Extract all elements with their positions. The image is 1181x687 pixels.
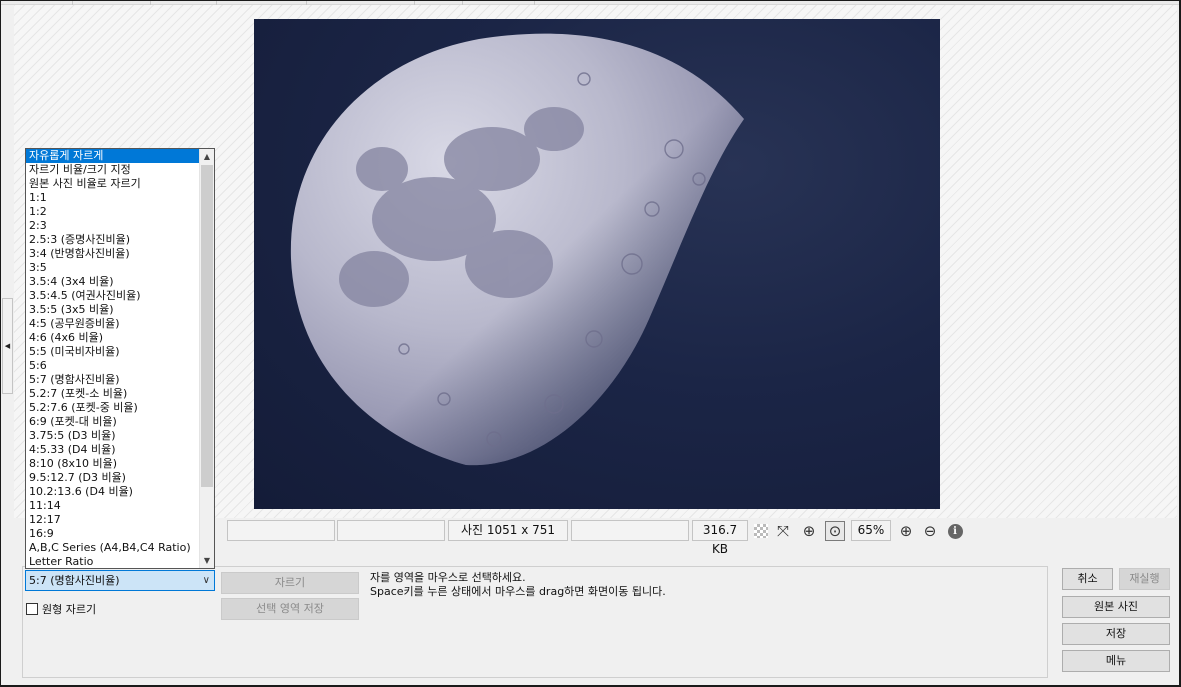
list-item[interactable]: 2.5:3 (증명사진비율)	[26, 233, 199, 247]
list-item[interactable]: 3.5:4 (3x4 비율)	[26, 275, 199, 289]
list-item[interactable]: 5.2:7 (포켓-소 비율)	[26, 387, 199, 401]
list-item[interactable]: A,B,C Series (A4,B4,C4 Ratio)	[26, 541, 199, 555]
save-selection-button[interactable]: 선택 영역 저장	[221, 598, 359, 620]
save-button[interactable]: 저장	[1062, 623, 1170, 645]
fit-to-window-icon[interactable]: ⤧	[773, 521, 793, 541]
fit-screen-icon[interactable]: ⊙	[825, 521, 845, 541]
circle-crop-checkbox[interactable]	[26, 603, 38, 615]
crop-ratio-select[interactable]: 5:7 (명함사진비율) ∨	[25, 570, 215, 591]
zoom-level: 65%	[851, 520, 891, 541]
list-item[interactable]: 3.5:5 (3x5 비율)	[26, 303, 199, 317]
crop-hint: 자를 영역을 마우스로 선택하세요. Space키를 누른 상태에서 마우스를 …	[370, 571, 666, 599]
list-item[interactable]: 4:5 (공무원증비율)	[26, 317, 199, 331]
chevron-down-icon: ∨	[202, 575, 210, 586]
actual-size-icon[interactable]: ⊕	[799, 521, 819, 541]
list-item[interactable]: 1:1	[26, 191, 199, 205]
menu-button[interactable]: 메뉴	[1062, 650, 1170, 672]
status-cell-1	[227, 520, 335, 541]
list-item[interactable]: 11:14	[26, 499, 199, 513]
info-icon: i	[947, 523, 963, 539]
moon-image	[290, 33, 744, 466]
list-item[interactable]: 3:5	[26, 261, 199, 275]
scrollbar-thumb[interactable]	[201, 165, 213, 487]
scroll-up-icon[interactable]: ▲	[200, 149, 214, 164]
collapse-panel-button[interactable]: ◀	[2, 298, 13, 394]
photo-preview[interactable]	[254, 19, 940, 509]
list-scrollbar[interactable]: ▲ ▼	[199, 149, 214, 568]
list-item[interactable]: 5:7 (명함사진비율)	[26, 373, 199, 387]
original-photo-button[interactable]: 원본 사진	[1062, 596, 1170, 618]
circle-crop-label: 원형 자르기	[42, 603, 97, 616]
scroll-down-icon[interactable]: ▼	[200, 553, 214, 568]
list-item[interactable]: 1:2	[26, 205, 199, 219]
list-item[interactable]: 3.5:4.5 (여권사진비율)	[26, 289, 199, 303]
list-item[interactable]: 3:4 (반명함사진비율)	[26, 247, 199, 261]
file-size: 316.7 KB	[692, 520, 748, 556]
status-cell-4	[571, 520, 689, 541]
list-item[interactable]: 4:5.33 (D4 비율)	[26, 443, 199, 457]
list-item[interactable]: 자르기 비율/크기 지정	[26, 163, 199, 177]
cancel-button[interactable]: 취소	[1062, 568, 1113, 590]
info-icon-button[interactable]: i	[945, 521, 965, 541]
zoom-in-icon[interactable]: ⊕	[896, 521, 916, 541]
zoom-out-icon[interactable]: ⊖	[920, 521, 940, 541]
circle-crop-option[interactable]: 원형 자르기	[26, 601, 96, 617]
list-item[interactable]: Letter Ratio	[26, 555, 199, 568]
crop-ratio-dropdown-list[interactable]: 자유롭게 자르게 자르기 비율/크기 지정 원본 사진 비율로 자르기 1:1 …	[25, 148, 215, 569]
list-item[interactable]: 5:5 (미국비자비율)	[26, 345, 199, 359]
list-item[interactable]: 6:9 (포켓-대 비율)	[26, 415, 199, 429]
list-item[interactable]: 16:9	[26, 527, 199, 541]
chevron-left-icon: ◀	[4, 342, 11, 350]
list-item[interactable]: 8:10 (8x10 비율)	[26, 457, 199, 471]
list-item[interactable]: 4:6 (4x6 비율)	[26, 331, 199, 345]
list-item[interactable]: 원본 사진 비율로 자르기	[26, 177, 199, 191]
hint-line-1: 자를 영역을 마우스로 선택하세요.	[370, 571, 526, 584]
photo-dimensions: 사진 1051 x 751	[448, 520, 568, 541]
crop-ratio-value: 5:7 (명함사진비율)	[29, 574, 120, 587]
list-item[interactable]: 12:17	[26, 513, 199, 527]
list-item[interactable]: 5.2:7.6 (포켓-중 비율)	[26, 401, 199, 415]
list-item[interactable]: 5:6	[26, 359, 199, 373]
list-item[interactable]: 10.2:13.6 (D4 비율)	[26, 485, 199, 499]
hint-line-2: Space키를 누른 상태에서 마우스를 drag하면 화면이동 됩니다.	[370, 585, 666, 598]
list-item[interactable]: 자유롭게 자르게	[26, 149, 199, 163]
list-item[interactable]: 3.75:5 (D3 비율)	[26, 429, 199, 443]
crop-button[interactable]: 자르기	[221, 572, 359, 594]
list-item[interactable]: 9.5:12.7 (D3 비율)	[26, 471, 199, 485]
redo-button[interactable]: 재실행	[1119, 568, 1170, 590]
status-cell-2	[337, 520, 445, 541]
list-item[interactable]: 2:3	[26, 219, 199, 233]
checkerboard-icon[interactable]	[751, 521, 771, 541]
